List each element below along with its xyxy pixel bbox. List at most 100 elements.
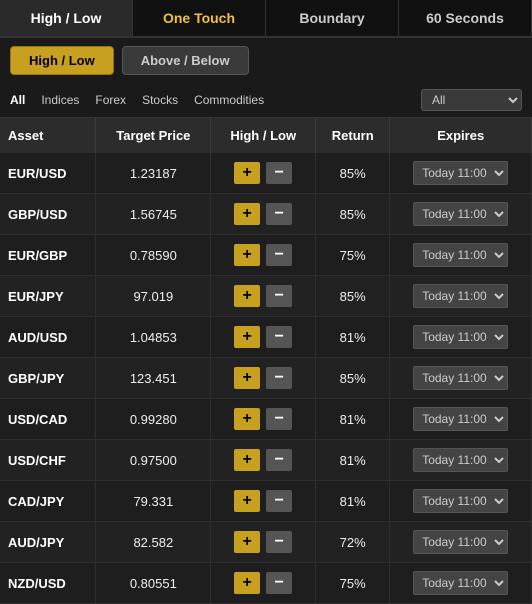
table-row: AUD/USD1.04853+−81%Today 11:00: [0, 317, 532, 358]
cell-return: 85%: [315, 194, 389, 235]
cell-asset: NZD/USD: [0, 563, 96, 604]
tab-one-touch[interactable]: One Touch: [133, 0, 266, 36]
btn-minus[interactable]: −: [266, 244, 292, 266]
table-row: EUR/GBP0.78590+−75%Today 11:00: [0, 235, 532, 276]
cell-expires[interactable]: Today 11:00: [390, 358, 532, 399]
cell-target-price: 123.451: [96, 358, 211, 399]
cell-target-price: 0.78590: [96, 235, 211, 276]
cell-target-price: 1.56745: [96, 194, 211, 235]
expires-dropdown[interactable]: Today 11:00: [413, 407, 508, 431]
btn-plus[interactable]: +: [234, 367, 260, 389]
cell-expires[interactable]: Today 11:00: [390, 235, 532, 276]
expires-dropdown[interactable]: Today 11:00: [413, 571, 508, 595]
expires-dropdown[interactable]: Today 11:00: [413, 243, 508, 267]
cell-asset: AUD/JPY: [0, 522, 96, 563]
assets-table: Asset Target Price High / Low Return Exp…: [0, 118, 532, 604]
cell-expires[interactable]: Today 11:00: [390, 276, 532, 317]
cell-target-price: 1.23187: [96, 153, 211, 194]
cell-return: 72%: [315, 522, 389, 563]
expires-dropdown[interactable]: Today 11:00: [413, 161, 508, 185]
cell-expires[interactable]: Today 11:00: [390, 481, 532, 522]
btn-plus[interactable]: +: [234, 162, 260, 184]
cell-expires[interactable]: Today 11:00: [390, 440, 532, 481]
expires-dropdown[interactable]: Today 11:00: [413, 366, 508, 390]
filter-commodities[interactable]: Commodities: [194, 93, 264, 107]
cell-return: 81%: [315, 399, 389, 440]
top-tabs: High / Low One Touch Boundary 60 Seconds: [0, 0, 532, 38]
sub-tab-high-low[interactable]: High / Low: [10, 46, 114, 75]
expires-dropdown[interactable]: Today 11:00: [413, 448, 508, 472]
cell-high-low: +−: [211, 399, 316, 440]
btn-minus[interactable]: −: [266, 449, 292, 471]
cell-expires[interactable]: Today 11:00: [390, 399, 532, 440]
filter-all[interactable]: All: [10, 93, 25, 107]
btn-minus[interactable]: −: [266, 572, 292, 594]
expires-dropdown[interactable]: Today 11:00: [413, 284, 508, 308]
cell-return: 85%: [315, 153, 389, 194]
sub-tab-above-below[interactable]: Above / Below: [122, 46, 249, 75]
filter-forex[interactable]: Forex: [95, 93, 126, 107]
filter-stocks[interactable]: Stocks: [142, 93, 178, 107]
filter-row: All Indices Forex Stocks Commodities All…: [0, 83, 532, 118]
cell-expires[interactable]: Today 11:00: [390, 153, 532, 194]
btn-plus[interactable]: +: [234, 326, 260, 348]
cell-asset: CAD/JPY: [0, 481, 96, 522]
cell-target-price: 97.019: [96, 276, 211, 317]
sub-tabs: High / Low Above / Below: [0, 38, 532, 83]
btn-minus[interactable]: −: [266, 285, 292, 307]
cell-high-low: +−: [211, 317, 316, 358]
btn-plus[interactable]: +: [234, 490, 260, 512]
cell-high-low: +−: [211, 481, 316, 522]
btn-minus[interactable]: −: [266, 162, 292, 184]
btn-plus[interactable]: +: [234, 531, 260, 553]
col-high-low: High / Low: [211, 118, 316, 153]
btn-plus[interactable]: +: [234, 449, 260, 471]
table-row: EUR/USD1.23187+−85%Today 11:00: [0, 153, 532, 194]
expires-dropdown[interactable]: Today 11:00: [413, 530, 508, 554]
btn-minus[interactable]: −: [266, 408, 292, 430]
btn-minus[interactable]: −: [266, 367, 292, 389]
btn-minus[interactable]: −: [266, 203, 292, 225]
cell-expires[interactable]: Today 11:00: [390, 522, 532, 563]
cell-target-price: 79.331: [96, 481, 211, 522]
col-return: Return: [315, 118, 389, 153]
table-row: GBP/USD1.56745+−85%Today 11:00: [0, 194, 532, 235]
expires-dropdown[interactable]: Today 11:00: [413, 325, 508, 349]
expires-dropdown[interactable]: Today 11:00: [413, 202, 508, 226]
tab-60-seconds[interactable]: 60 Seconds: [399, 0, 532, 36]
cell-high-low: +−: [211, 276, 316, 317]
btn-plus[interactable]: +: [234, 244, 260, 266]
filter-dropdown[interactable]: All EUR/USD GBP/USD EUR/GBP: [421, 89, 522, 111]
cell-return: 81%: [315, 481, 389, 522]
table-row: AUD/JPY82.582 +− 72% Today 11:00: [0, 522, 532, 563]
expires-dropdown[interactable]: Today 11:00: [413, 489, 508, 513]
cell-asset: USD/CAD: [0, 399, 96, 440]
cell-expires[interactable]: Today 11:00: [390, 194, 532, 235]
btn-plus[interactable]: +: [234, 408, 260, 430]
cell-high-low: +−: [211, 235, 316, 276]
cell-expires[interactable]: Today 11:00: [390, 317, 532, 358]
cell-high-low: +−: [211, 153, 316, 194]
tab-high-low[interactable]: High / Low: [0, 0, 133, 36]
cell-return: 81%: [315, 317, 389, 358]
cell-expires[interactable]: Today 11:00: [390, 563, 532, 604]
col-target-price: Target Price: [96, 118, 211, 153]
cell-return: 85%: [315, 276, 389, 317]
btn-minus[interactable]: −: [266, 531, 292, 553]
filter-indices[interactable]: Indices: [41, 93, 79, 107]
cell-high-low: +−: [211, 440, 316, 481]
cell-target-price: 82.582: [96, 522, 211, 563]
tab-boundary[interactable]: Boundary: [266, 0, 399, 36]
cell-asset: USD/CHF: [0, 440, 96, 481]
btn-minus[interactable]: −: [266, 490, 292, 512]
btn-plus[interactable]: +: [234, 572, 260, 594]
btn-plus[interactable]: +: [234, 203, 260, 225]
btn-plus[interactable]: +: [234, 285, 260, 307]
cell-high-low: +−: [211, 358, 316, 399]
col-expires: Expires: [390, 118, 532, 153]
cell-return: 85%: [315, 358, 389, 399]
btn-minus[interactable]: −: [266, 326, 292, 348]
table-row: USD/CHF0.97500+−81%Today 11:00: [0, 440, 532, 481]
cell-return: 75%: [315, 563, 389, 604]
table-row: CAD/JPY79.331+−81%Today 11:00: [0, 481, 532, 522]
